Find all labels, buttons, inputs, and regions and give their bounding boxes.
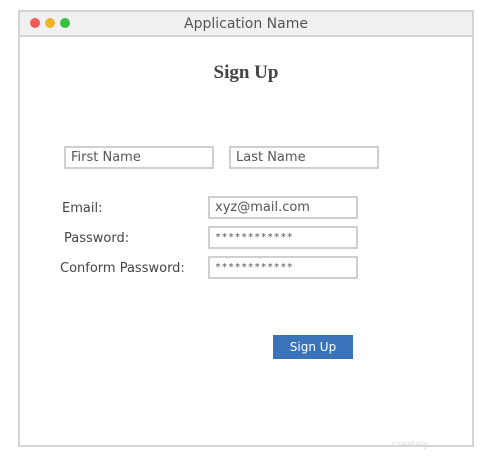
password-field[interactable]: ************ <box>208 226 358 249</box>
confirm-password-field[interactable]: ************ <box>208 256 358 279</box>
first-name-field[interactable]: First Name <box>64 146 214 169</box>
watermark: creately <box>392 440 429 450</box>
confirm-password-label: Conform Password: <box>60 261 185 276</box>
page-title: Sign Up <box>213 62 279 83</box>
email-label: Email: <box>62 201 103 216</box>
email-field[interactable]: xyz@mail.com <box>208 196 358 219</box>
window-title: Application Name <box>184 16 308 32</box>
sign-up-button[interactable]: Sign Up <box>273 335 353 359</box>
app-window: Application Name Sign Up First Name Last… <box>18 10 474 447</box>
last-name-field[interactable]: Last Name <box>229 146 379 169</box>
title-bar: Application Name <box>20 12 472 37</box>
password-label: Password: <box>64 231 130 246</box>
